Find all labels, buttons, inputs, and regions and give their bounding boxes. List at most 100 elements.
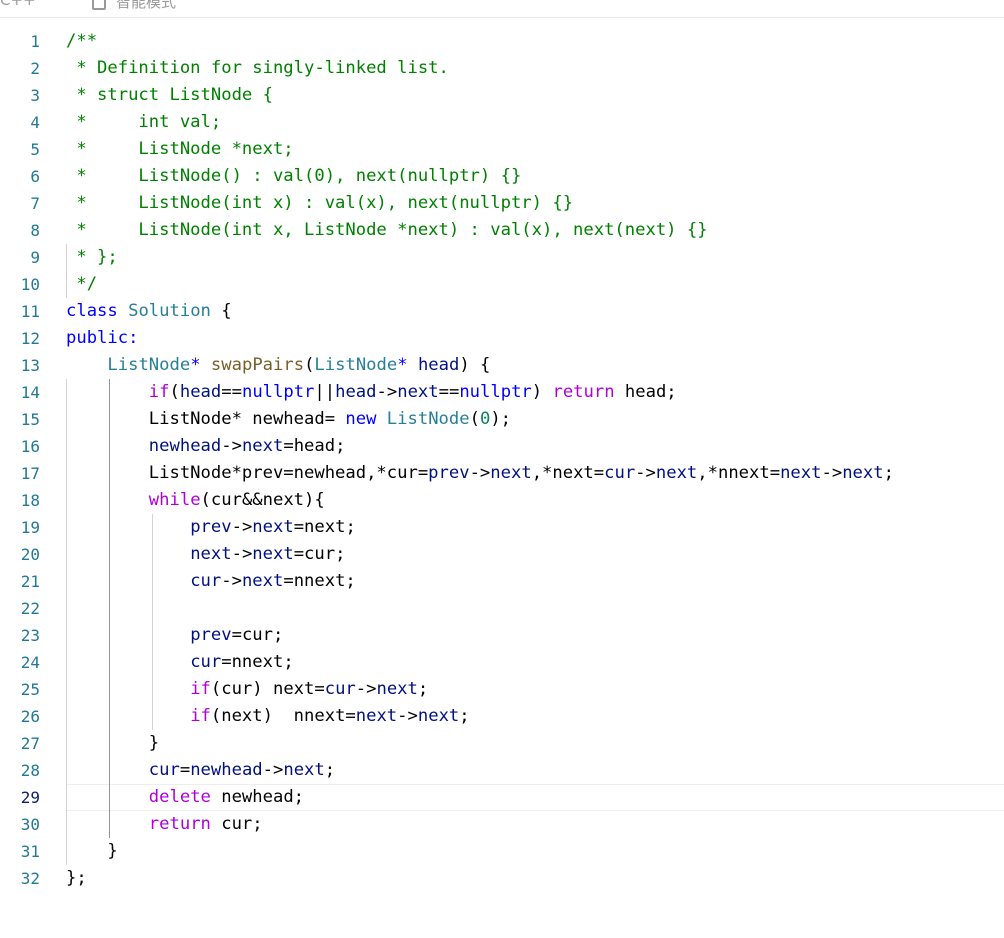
- code-text[interactable]: if(next) nnext=next->next;: [66, 703, 469, 730]
- line-number: 7: [30, 194, 40, 213]
- code-text[interactable]: if(cur) next=cur->next;: [66, 676, 428, 703]
- line-number: 5: [30, 140, 40, 159]
- line-number: 1: [30, 32, 40, 51]
- code-text[interactable]: ListNode* newhead= new ListNode(0);: [66, 406, 511, 433]
- code-text[interactable]: while(cur&&next){: [66, 487, 325, 514]
- line-number: 31: [20, 842, 40, 861]
- line-number: 27: [20, 734, 40, 753]
- line-number: 22: [20, 599, 40, 618]
- code-line[interactable]: 9 * };: [0, 244, 1004, 271]
- code-text[interactable]: * ListNode(int x) : val(x), next(nullptr…: [66, 190, 573, 217]
- line-number: 30: [20, 815, 40, 834]
- indent-guide: [66, 595, 67, 622]
- line-number: 32: [20, 869, 40, 888]
- smart-mode-label: 智能模式: [116, 0, 177, 11]
- indent-guide: [109, 595, 110, 622]
- line-number: 9: [30, 248, 40, 267]
- line-number: 28: [20, 761, 40, 780]
- code-line[interactable]: 24 cur=nnext;: [0, 649, 1004, 676]
- code-text[interactable]: }: [66, 838, 117, 865]
- line-number: 6: [30, 167, 40, 186]
- code-text[interactable]: newhead->next=head;: [66, 433, 346, 460]
- code-line[interactable]: 22: [0, 595, 1004, 622]
- code-line[interactable]: 32};: [0, 865, 1004, 892]
- code-text[interactable]: * Definition for singly-linked list.: [66, 55, 449, 82]
- line-number: 20: [20, 545, 40, 564]
- code-line[interactable]: 15 ListNode* newhead= new ListNode(0);: [0, 406, 1004, 433]
- code-line[interactable]: 13 ListNode* swapPairs(ListNode* head) {: [0, 352, 1004, 379]
- code-text[interactable]: prev=cur;: [66, 622, 283, 649]
- code-line[interactable]: 8 * ListNode(int x, ListNode *next) : va…: [0, 217, 1004, 244]
- code-line[interactable]: 23 prev=cur;: [0, 622, 1004, 649]
- code-editor[interactable]: 1/** 2 * Definition for singly-linked lis…: [0, 28, 1004, 892]
- code-text[interactable]: /**: [66, 28, 97, 55]
- code-line[interactable]: 3 * struct ListNode {: [0, 82, 1004, 109]
- code-line[interactable]: 1 /**: [0, 28, 1004, 55]
- code-text[interactable]: cur=newhead->next;: [66, 757, 335, 784]
- code-line[interactable]: 26 if(next) nnext=next->next;: [0, 703, 1004, 730]
- code-text[interactable]: next->next=cur;: [66, 541, 345, 568]
- code-text[interactable]: }: [66, 730, 159, 757]
- code-text[interactable]: class Solution {: [66, 298, 232, 325]
- code-text[interactable]: delete newhead;: [66, 784, 304, 811]
- line-number: 2: [30, 59, 40, 78]
- code-text[interactable]: cur->next=nnext;: [66, 568, 356, 595]
- line-number: 16: [20, 437, 40, 456]
- mode-icon: [92, 0, 106, 10]
- code-line[interactable]: 12 public:: [0, 325, 1004, 352]
- code-text[interactable]: * struct ListNode {: [66, 82, 273, 109]
- code-text[interactable]: public:: [66, 325, 138, 352]
- code-text[interactable]: * ListNode *next;: [66, 136, 293, 163]
- code-text[interactable]: * ListNode() : val(0), next(nullptr) {}: [66, 163, 521, 190]
- code-line[interactable]: 19 prev->next=next;: [0, 514, 1004, 541]
- editor-toolbar: C++ 智能模式: [0, 0, 1004, 18]
- line-number: 26: [20, 707, 40, 726]
- code-line[interactable]: 4 * int val;: [0, 109, 1004, 136]
- line-number: 13: [20, 356, 40, 375]
- code-text[interactable]: * ListNode(int x, ListNode *next) : val(…: [66, 217, 707, 244]
- code-line[interactable]: 10 */: [0, 271, 1004, 298]
- code-line[interactable]: 7 * ListNode(int x) : val(x), next(nullp…: [0, 190, 1004, 217]
- code-text[interactable]: */: [66, 271, 97, 298]
- line-number: 15: [20, 410, 40, 429]
- code-line[interactable]: 16 newhead->next=head;: [0, 433, 1004, 460]
- indent-guide: [152, 595, 153, 622]
- code-line[interactable]: 30 return cur;: [0, 811, 1004, 838]
- code-text[interactable]: ListNode*prev=newhead,*cur=prev->next,*n…: [66, 460, 894, 487]
- code-line[interactable]: 18 while(cur&&next){: [0, 487, 1004, 514]
- line-number: 18: [20, 491, 40, 510]
- code-line[interactable]: 11 class Solution {: [0, 298, 1004, 325]
- line-number: 12: [20, 329, 40, 348]
- code-line[interactable]: 29 delete newhead;: [0, 784, 1004, 811]
- code-line[interactable]: 2 * Definition for singly-linked list.: [0, 55, 1004, 82]
- line-number: 19: [20, 518, 40, 537]
- code-text[interactable]: * };: [66, 244, 117, 271]
- code-line[interactable]: 5 * ListNode *next;: [0, 136, 1004, 163]
- code-line[interactable]: 6 * ListNode() : val(0), next(nullptr) {…: [0, 163, 1004, 190]
- code-line[interactable]: 25 if(cur) next=cur->next;: [0, 676, 1004, 703]
- code-text[interactable]: cur=nnext;: [66, 649, 293, 676]
- line-number: 4: [30, 113, 40, 132]
- code-line[interactable]: 17 ListNode*prev=newhead,*cur=prev->next…: [0, 460, 1004, 487]
- smart-mode-toggle[interactable]: 智能模式: [92, 0, 176, 12]
- code-text[interactable]: if(head==nullptr||head->next==nullptr) r…: [66, 379, 677, 406]
- line-number: 25: [20, 680, 40, 699]
- code-line[interactable]: 27 }: [0, 730, 1004, 757]
- code-line[interactable]: 21 cur->next=nnext;: [0, 568, 1004, 595]
- line-number: 23: [20, 626, 40, 645]
- code-text[interactable]: };: [66, 865, 87, 892]
- line-number: 11: [20, 302, 40, 321]
- line-number: 24: [20, 653, 40, 672]
- line-number: 29: [20, 788, 40, 807]
- code-text[interactable]: return cur;: [66, 811, 263, 838]
- line-number: 14: [20, 383, 40, 402]
- code-line[interactable]: 14 if(head==nullptr||head->next==nullptr…: [0, 379, 1004, 406]
- code-line[interactable]: 28 cur=newhead->next;: [0, 757, 1004, 784]
- code-text[interactable]: * int val;: [66, 109, 221, 136]
- code-text[interactable]: prev->next=next;: [66, 514, 356, 541]
- language-label[interactable]: C++: [0, 0, 36, 9]
- code-line[interactable]: 31 }: [0, 838, 1004, 865]
- code-line[interactable]: 20 next->next=cur;: [0, 541, 1004, 568]
- code-text[interactable]: ListNode* swapPairs(ListNode* head) {: [66, 352, 490, 379]
- line-number: 3: [30, 86, 40, 105]
